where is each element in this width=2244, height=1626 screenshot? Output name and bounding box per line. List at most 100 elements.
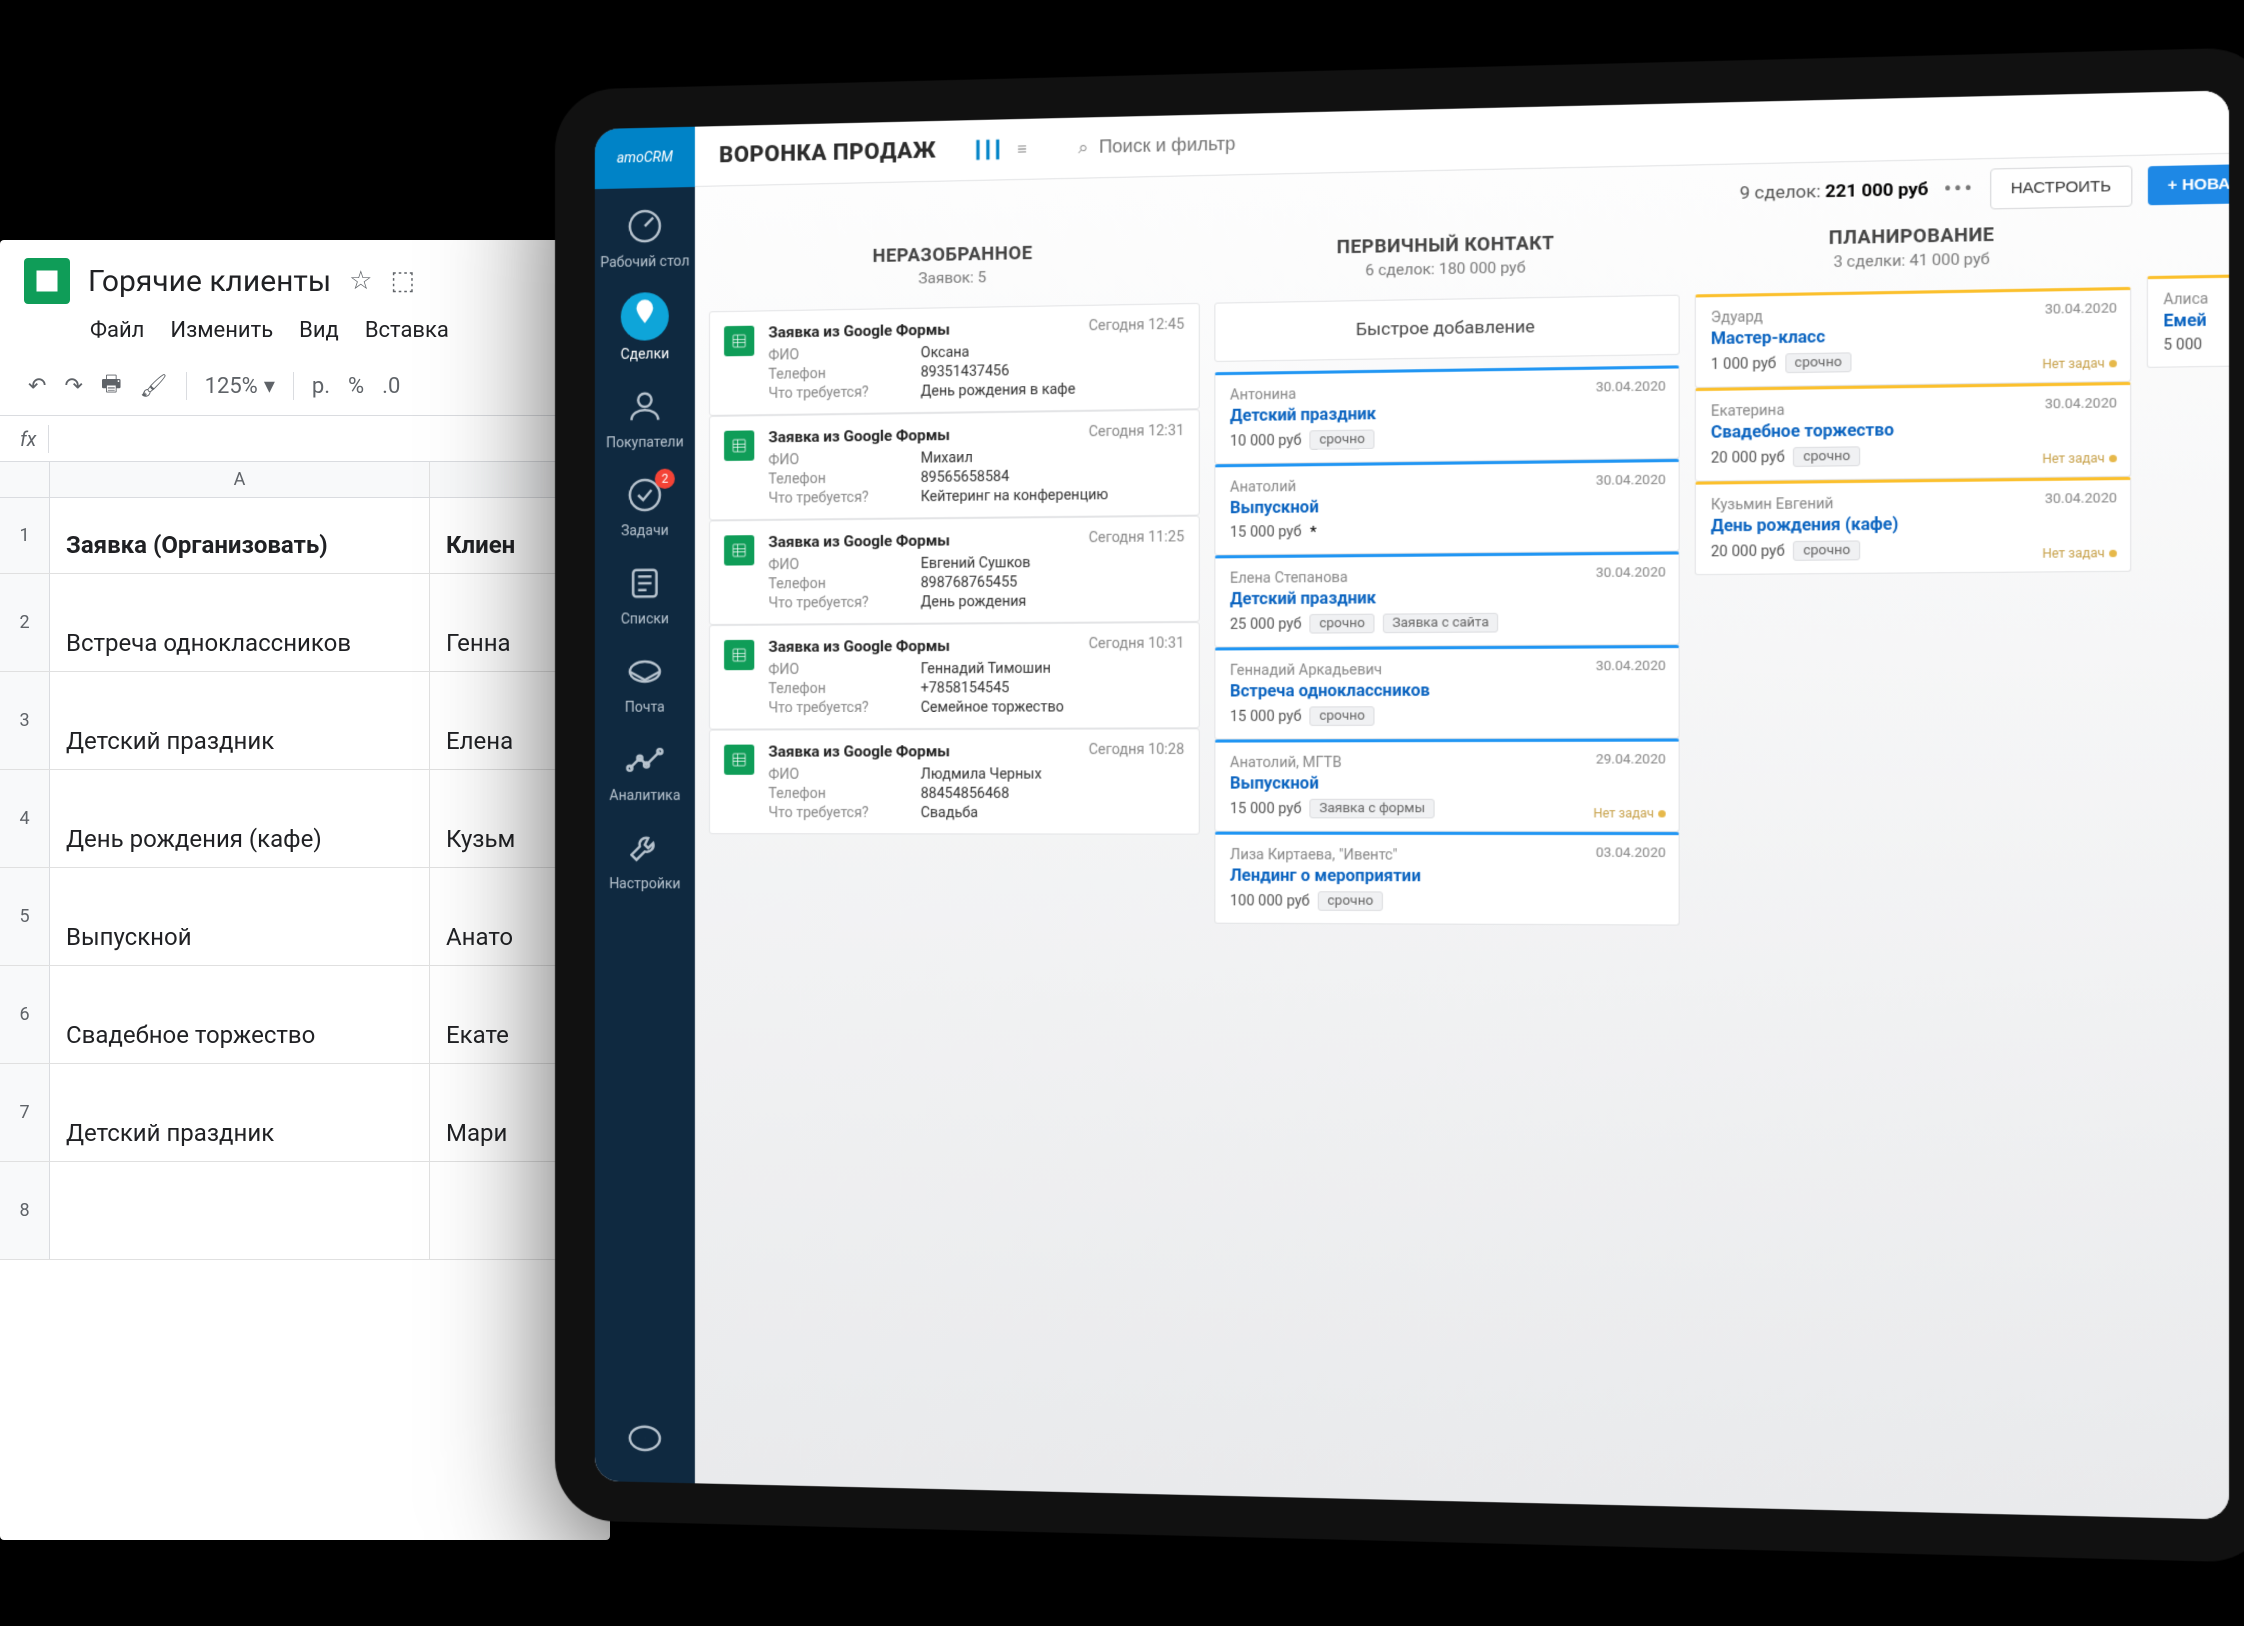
- tag-chip: Заявка с сайта: [1383, 613, 1499, 633]
- configure-button[interactable]: НАСТРОИТЬ: [1990, 165, 2132, 209]
- badge: 2: [655, 469, 675, 489]
- deal-card[interactable]: Антонина30.04.2020Детский праздник10 000…: [1214, 365, 1679, 464]
- deal-date: 03.04.2020: [1596, 845, 1666, 861]
- deal-card[interactable]: Геннадий Аркадьевич30.04.2020Встреча одн…: [1214, 645, 1679, 740]
- menu-view[interactable]: Вид: [299, 318, 339, 343]
- undo-icon[interactable]: ↶: [28, 374, 46, 399]
- cell[interactable]: Выпускной: [50, 868, 430, 965]
- cell[interactable]: Детский праздник: [50, 1064, 430, 1161]
- row-number[interactable]: 5: [0, 868, 50, 965]
- cell[interactable]: Встреча одноклассников: [50, 574, 430, 671]
- no-task-badge: Нет задач: [1593, 806, 1665, 821]
- deal-price: 25 000 руб: [1230, 616, 1302, 633]
- deal-date: 29.04.2020: [1596, 752, 1666, 768]
- deal-date: 30.04.2020: [1596, 659, 1666, 675]
- menu-edit[interactable]: Изменить: [170, 318, 273, 343]
- chevron-down-icon: ▾: [264, 374, 275, 399]
- row-number[interactable]: 3: [0, 672, 50, 769]
- cell[interactable]: [50, 1162, 430, 1259]
- lead-card[interactable]: Заявка из Google ФормыСегодня 12:45ФИООк…: [709, 303, 1200, 416]
- lead-time: Сегодня 12:31: [1089, 423, 1185, 441]
- percent-format[interactable]: %: [348, 374, 364, 399]
- new-deal-button[interactable]: + НОВАЯ: [2148, 163, 2229, 204]
- deal-name: Выпускной: [1230, 493, 1664, 517]
- lead-field-value: Оксана: [921, 344, 970, 361]
- nav-dashboard[interactable]: Рабочий стол: [595, 187, 695, 277]
- deal-date: 30.04.2020: [1596, 565, 1666, 581]
- row-number[interactable]: 8: [0, 1162, 50, 1259]
- deal-card[interactable]: Елена Степанова30.04.2020Детский праздни…: [1214, 551, 1679, 647]
- row-number[interactable]: 6: [0, 966, 50, 1063]
- move-folder-icon[interactable]: ⬚: [390, 266, 415, 296]
- sheets-header: Горячие клиенты ☆ ⬚: [0, 240, 610, 314]
- row-number[interactable]: 2: [0, 574, 50, 671]
- google-sheets-icon: [724, 745, 754, 775]
- lead-time: Сегодня 10:31: [1089, 635, 1185, 652]
- google-sheets-icon: [24, 258, 70, 304]
- cell[interactable]: Свадебное торжество: [50, 966, 430, 1063]
- nav-customers[interactable]: Покупатели: [595, 368, 695, 458]
- cell[interactable]: День рождения (кафе): [50, 770, 430, 867]
- deal-card[interactable]: Екатерина30.04.2020Свадебное торжество20…: [1695, 382, 2132, 482]
- zoom-select[interactable]: 125% ▾: [205, 374, 275, 399]
- more-icon[interactable]: •••: [1944, 176, 1975, 203]
- decimal-format[interactable]: .0: [382, 374, 400, 399]
- menu-file[interactable]: Файл: [90, 318, 144, 343]
- print-icon[interactable]: 🖶: [101, 367, 122, 405]
- deal-name: Мастер-класс: [1711, 322, 2115, 348]
- nav-analytics[interactable]: Аналитика: [595, 722, 695, 810]
- star-icon[interactable]: ☆: [349, 266, 372, 296]
- doc-title[interactable]: Горячие клиенты: [88, 264, 331, 299]
- deal-card[interactable]: Анатолий30.04.2020Выпускной15 000 руб*: [1214, 459, 1679, 555]
- redo-icon[interactable]: ↷: [64, 374, 82, 399]
- deal-card[interactable]: АлисаЕмей5 000: [2147, 274, 2229, 368]
- lead-field-label: Что требуется?: [768, 594, 920, 611]
- currency-format[interactable]: р.: [312, 374, 330, 399]
- deal-card[interactable]: Лиза Киртаева, "Ивентс"03.04.2020Лендинг…: [1214, 832, 1679, 926]
- sheets-menu: Файл Изменить Вид Вставка: [0, 314, 610, 357]
- cell[interactable]: Детский праздник: [50, 672, 430, 769]
- column-sub: 3 сделки: 41 000 руб: [1695, 247, 2132, 274]
- lead-field-label: ФИО: [768, 767, 920, 783]
- row-number[interactable]: 7: [0, 1064, 50, 1161]
- nav-settings[interactable]: Настройки: [595, 810, 695, 898]
- table-row: 1 Заявка (Организовать) Клиен: [0, 498, 610, 574]
- nav-mail[interactable]: Почта: [595, 633, 695, 722]
- sheets-toolbar: ↶ ↷ 🖶 🖌 125% ▾ р. % .0: [0, 357, 610, 416]
- gauge-icon: [623, 204, 667, 249]
- deal-card[interactable]: Анатолий, МГТВ29.04.2020Выпускной15 000 …: [1214, 738, 1679, 832]
- col-header-a[interactable]: A: [50, 462, 430, 497]
- list-view-icon[interactable]: ≡: [1017, 139, 1027, 160]
- search-input[interactable]: [1099, 131, 1360, 158]
- nav-chat[interactable]: [595, 1401, 695, 1483]
- brand-logo[interactable]: amoCRM: [595, 127, 695, 189]
- deal-name: Детский праздник: [1230, 586, 1664, 609]
- row-number[interactable]: 4: [0, 770, 50, 867]
- lead-time: Сегодня 12:45: [1089, 316, 1185, 334]
- deal-card[interactable]: Эдуард30.04.2020Мастер-класс1 000 рубсро…: [1695, 287, 2132, 388]
- deal-price: 20 000 руб: [1711, 543, 1785, 560]
- lead-field-label: Что требуется?: [768, 700, 920, 717]
- nav-deals[interactable]: Сделки: [595, 275, 695, 369]
- lead-card[interactable]: Заявка из Google ФормыСегодня 12:31ФИОМи…: [709, 409, 1200, 520]
- deal-card[interactable]: Кузьмин Евгений30.04.2020День рождения (…: [1695, 477, 2132, 575]
- deal-name: Выпускной: [1230, 773, 1664, 793]
- paint-format-icon[interactable]: 🖌: [140, 374, 168, 399]
- lead-field-value: Людмила Черных: [921, 766, 1042, 782]
- table-row: 8: [0, 1162, 610, 1260]
- lead-card[interactable]: Заявка из Google ФормыСегодня 10:28ФИОЛю…: [709, 728, 1200, 834]
- menu-insert[interactable]: Вставка: [365, 318, 449, 343]
- lead-card[interactable]: Заявка из Google ФормыСегодня 11:25ФИОЕв…: [709, 516, 1200, 625]
- formula-bar[interactable]: fx: [0, 416, 610, 462]
- cell[interactable]: Заявка (Организовать): [50, 498, 430, 573]
- lead-card[interactable]: Заявка из Google ФормыСегодня 10:31ФИОГе…: [709, 622, 1200, 730]
- quick-add[interactable]: Быстрое добавление: [1214, 295, 1679, 362]
- row-number[interactable]: 1: [0, 498, 50, 573]
- nav-label: Почта: [625, 700, 665, 716]
- nav-tasks[interactable]: 2 Задачи: [595, 456, 695, 545]
- google-sheets-icon: [724, 326, 754, 357]
- nav-label: Покупатели: [606, 434, 684, 451]
- kanban-view-icon[interactable]: ┃┃┃: [973, 140, 1003, 160]
- nav-lists[interactable]: Списки: [595, 545, 695, 634]
- corner-cell[interactable]: [0, 462, 50, 497]
